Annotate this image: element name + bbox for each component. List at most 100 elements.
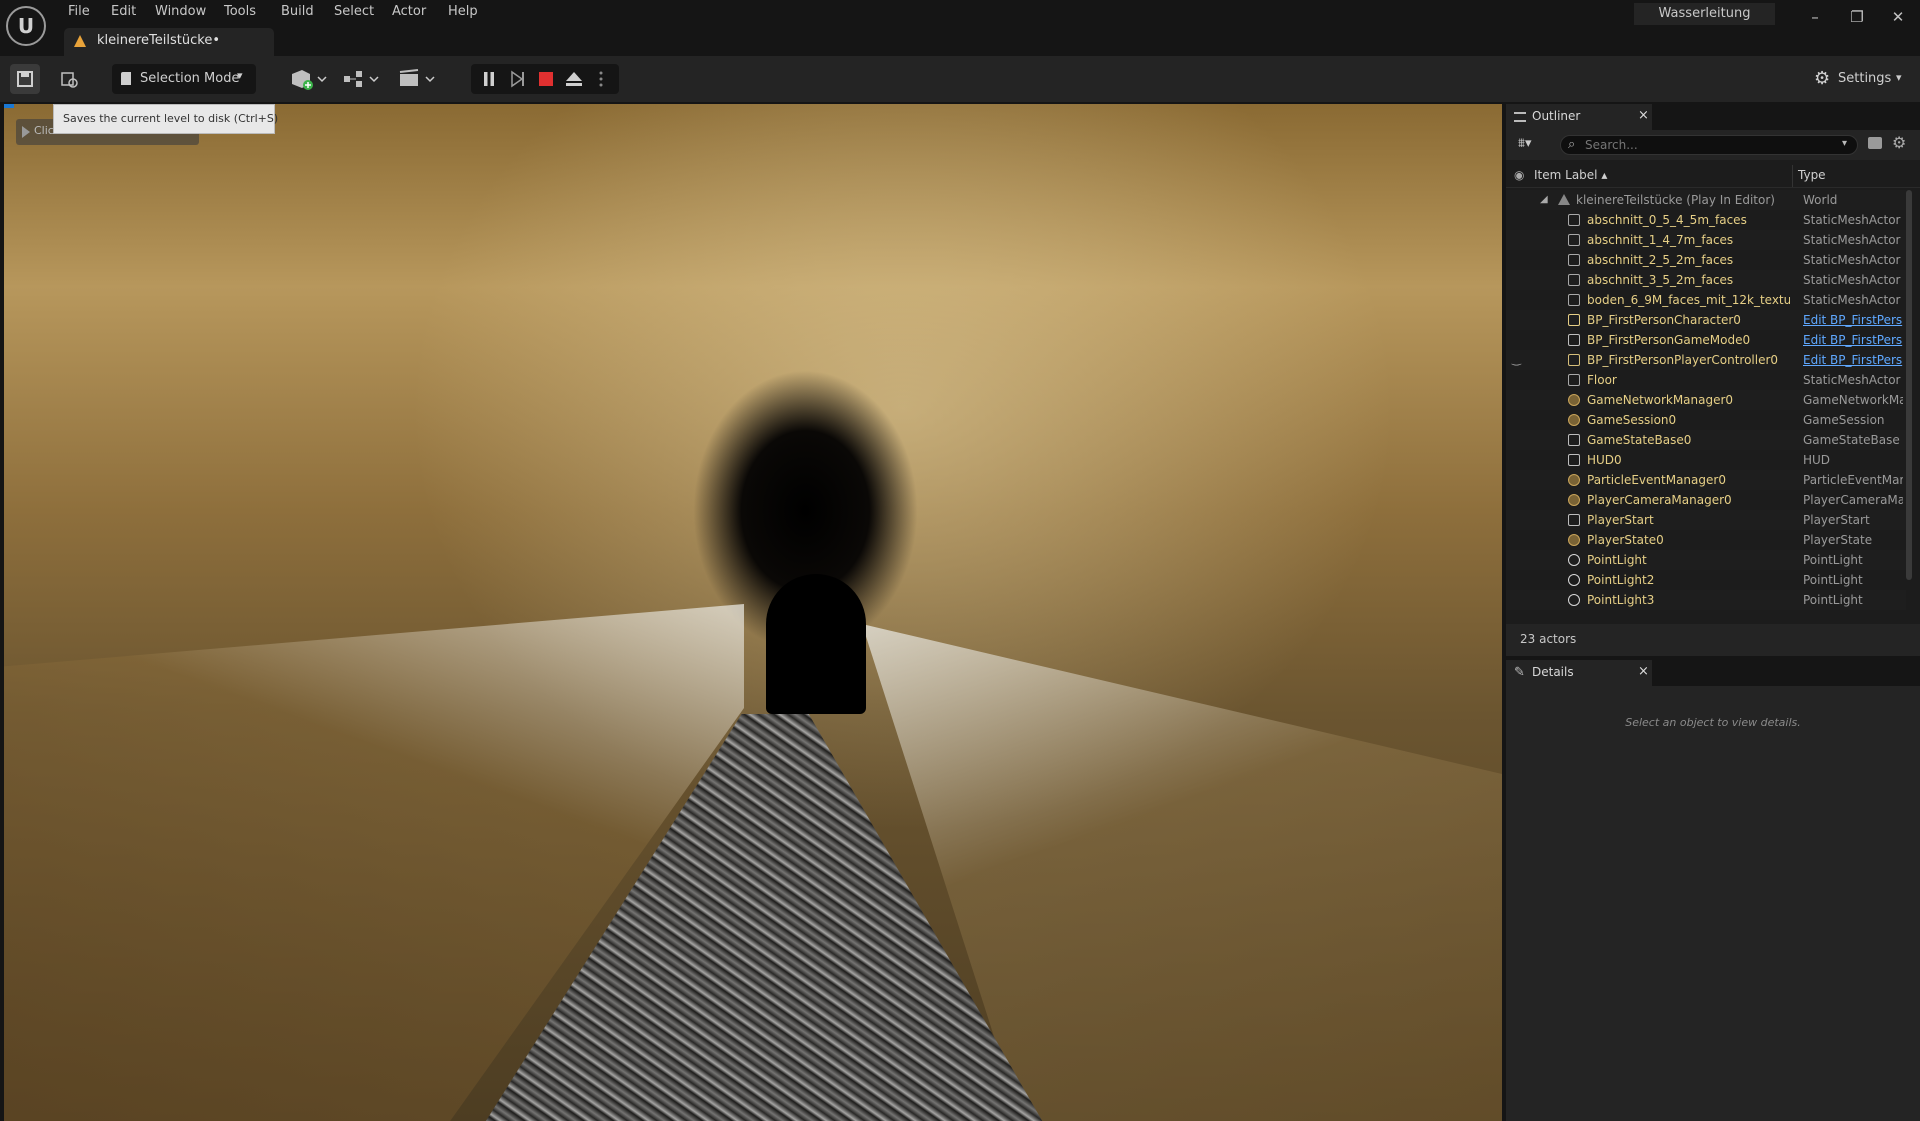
chevron-down-icon[interactable]: ▾ [1842, 138, 1847, 149]
menu-help[interactable]: Help [448, 3, 478, 21]
unreal-logo-icon[interactable]: U [6, 6, 46, 46]
edit-blueprint-link[interactable]: Edit BP_FirstPers [1803, 350, 1903, 370]
outliner-header: Outliner × [1506, 104, 1920, 130]
tree-row[interactable]: PlayerStart PlayerStart [1506, 510, 1906, 530]
tree-row-label: abschnitt_3_5_2m_faces [1587, 273, 1734, 287]
tree-row-type: PointLight [1803, 553, 1863, 567]
details-tab[interactable]: ✎ Details × [1506, 660, 1652, 686]
browse-icon [61, 72, 78, 88]
visibility-icon[interactable]: ‿ [1512, 350, 1521, 370]
search-input[interactable] [1585, 137, 1825, 153]
filter-icon[interactable]: ⩩▾ [1518, 136, 1531, 151]
light-icon [1568, 554, 1580, 566]
tree-row[interactable]: BP_FirstPersonGameMode0 Edit BP_FirstPers [1506, 330, 1906, 350]
tree-row-label: HUD0 [1587, 453, 1622, 467]
gear-icon[interactable]: ⚙ [1892, 133, 1906, 152]
browse-level-button[interactable] [54, 64, 84, 94]
tree-row-label: PlayerStart [1587, 513, 1654, 527]
tree-row[interactable]: PlayerState0 PlayerState [1506, 530, 1906, 550]
tree-row-world[interactable]: ◢ kleinereTeilstücke (Play In Editor) Wo… [1506, 190, 1906, 210]
add-actor-button[interactable] [288, 64, 330, 94]
menu-edit[interactable]: Edit [111, 3, 136, 21]
details-header: ✎ Details × [1506, 660, 1920, 686]
tree-row[interactable]: ParticleEventManager0 ParticleEventMar [1506, 470, 1906, 490]
tree-row-label: abschnitt_2_5_2m_faces [1587, 253, 1734, 267]
level-icon [1558, 194, 1570, 205]
selection-mode-dropdown[interactable]: Selection Mode ▾ [112, 64, 256, 94]
tree-row-label: BP_FirstPersonCharacter0 [1587, 313, 1741, 327]
actor-icon [1568, 494, 1580, 506]
new-folder-icon[interactable] [1868, 137, 1882, 149]
project-name: Wasserleitung [1634, 3, 1775, 25]
menu-file[interactable]: File [68, 3, 90, 21]
level-icon [74, 35, 86, 47]
tree-row[interactable]: GameStateBase0 GameStateBase [1506, 430, 1906, 450]
tree-row[interactable]: ‿ BP_FirstPersonPlayerController0 Edit BP_… [1506, 350, 1906, 370]
tree-row-type: StaticMeshActor [1803, 293, 1901, 307]
tree-row[interactable]: abschnitt_1_4_7m_faces StaticMeshActor [1506, 230, 1906, 250]
pencil-icon: ✎ [1514, 665, 1525, 680]
tree-row-label: BP_FirstPersonGameMode0 [1587, 333, 1751, 347]
collapse-icon[interactable]: ◢ [1540, 190, 1548, 210]
tree-row[interactable]: BP_FirstPersonCharacter0 Edit BP_FirstPer… [1506, 310, 1906, 330]
tree-row[interactable]: PointLight PointLight [1506, 550, 1906, 570]
save-button[interactable] [10, 64, 40, 94]
menu-build[interactable]: Build [281, 3, 314, 21]
menu-select[interactable]: Select [334, 3, 374, 21]
level-tab[interactable]: kleinereTeilstücke• [64, 28, 274, 56]
tree-row[interactable]: GameSession0 GameSession [1506, 410, 1906, 430]
tree-row[interactable]: abschnitt_3_5_2m_faces StaticMeshActor [1506, 270, 1906, 290]
tree-row-type: PointLight [1803, 573, 1863, 587]
save-tooltip: Saves the current level to disk (Ctrl+S) [53, 104, 278, 134]
blueprint-button[interactable] [340, 64, 382, 94]
close-icon[interactable]: ✕ [1884, 6, 1912, 28]
play-controls [471, 64, 619, 94]
outliner-scrollbar[interactable] [1906, 190, 1912, 580]
tree-row-label: PlayerCameraManager0 [1587, 493, 1732, 507]
tree-row[interactable]: abschnitt_0_5_4_5m_faces StaticMeshActor [1506, 210, 1906, 230]
tree-row[interactable]: PlayerCameraManager0 PlayerCameraMa [1506, 490, 1906, 510]
close-icon[interactable]: × [1638, 664, 1649, 679]
tree-row-type: World [1803, 193, 1838, 207]
tree-row[interactable]: Floor StaticMeshActor [1506, 370, 1906, 390]
actor-icon [1568, 474, 1580, 486]
column-divider[interactable] [1792, 165, 1793, 187]
visibility-icon[interactable]: ◉ [1514, 168, 1524, 182]
eject-icon[interactable] [559, 64, 587, 94]
edit-blueprint-link[interactable]: Edit BP_FirstPers [1803, 310, 1903, 330]
tree-row[interactable]: boden_6_9M_faces_mit_12k_textur StaticMes… [1506, 290, 1906, 310]
tree-row-label: PlayerState0 [1587, 533, 1664, 547]
column-item-label[interactable]: Item Label ▴ [1534, 168, 1607, 182]
tree-row[interactable]: PointLight4 PointLight [1506, 610, 1906, 614]
tree-row-label: PointLight4 [1587, 610, 1790, 614]
title-bar: U File Edit Window Tools Build Select Ac… [0, 0, 1920, 56]
pause-icon[interactable] [475, 64, 503, 94]
more-options-icon[interactable] [587, 64, 615, 94]
tree-row-label: GameStateBase0 [1587, 433, 1692, 447]
outliner-tab[interactable]: Outliner × [1506, 104, 1652, 130]
actor-icon [1568, 394, 1580, 406]
settings-button[interactable]: ⚙ Settings ▾ [1812, 64, 1907, 94]
menu-window[interactable]: Window [155, 3, 206, 21]
tree-row[interactable]: PointLight3 PointLight [1506, 590, 1906, 610]
outliner-search-box[interactable]: ⌕ ▾ [1560, 135, 1858, 155]
tree-row[interactable]: GameNetworkManager0 GameNetworkMa [1506, 390, 1906, 410]
outliner-icon [1514, 112, 1526, 122]
column-type[interactable]: Type [1798, 168, 1826, 182]
level-viewport[interactable] [4, 104, 1502, 1121]
tree-row-label: PointLight [1587, 553, 1647, 567]
tree-row[interactable]: abschnitt_2_5_2m_faces StaticMeshActor [1506, 250, 1906, 270]
restore-icon[interactable]: ❐ [1843, 6, 1871, 28]
tree-row[interactable]: HUD0 HUD [1506, 450, 1906, 470]
edit-blueprint-link[interactable]: Edit BP_FirstPers [1803, 330, 1903, 350]
tree-row[interactable]: PointLight2 PointLight [1506, 570, 1906, 590]
cinematics-button[interactable] [396, 64, 438, 94]
frame-skip-icon[interactable] [503, 64, 531, 94]
tree-row-label: kleinereTeilstücke (Play In Editor) [1576, 193, 1775, 207]
menu-tools[interactable]: Tools [224, 3, 256, 21]
stop-icon[interactable] [531, 64, 559, 94]
close-icon[interactable]: × [1638, 108, 1649, 123]
minimize-icon[interactable]: – [1801, 6, 1829, 28]
tree-row-label: GameNetworkManager0 [1587, 393, 1734, 407]
menu-actor[interactable]: Actor [392, 3, 426, 21]
